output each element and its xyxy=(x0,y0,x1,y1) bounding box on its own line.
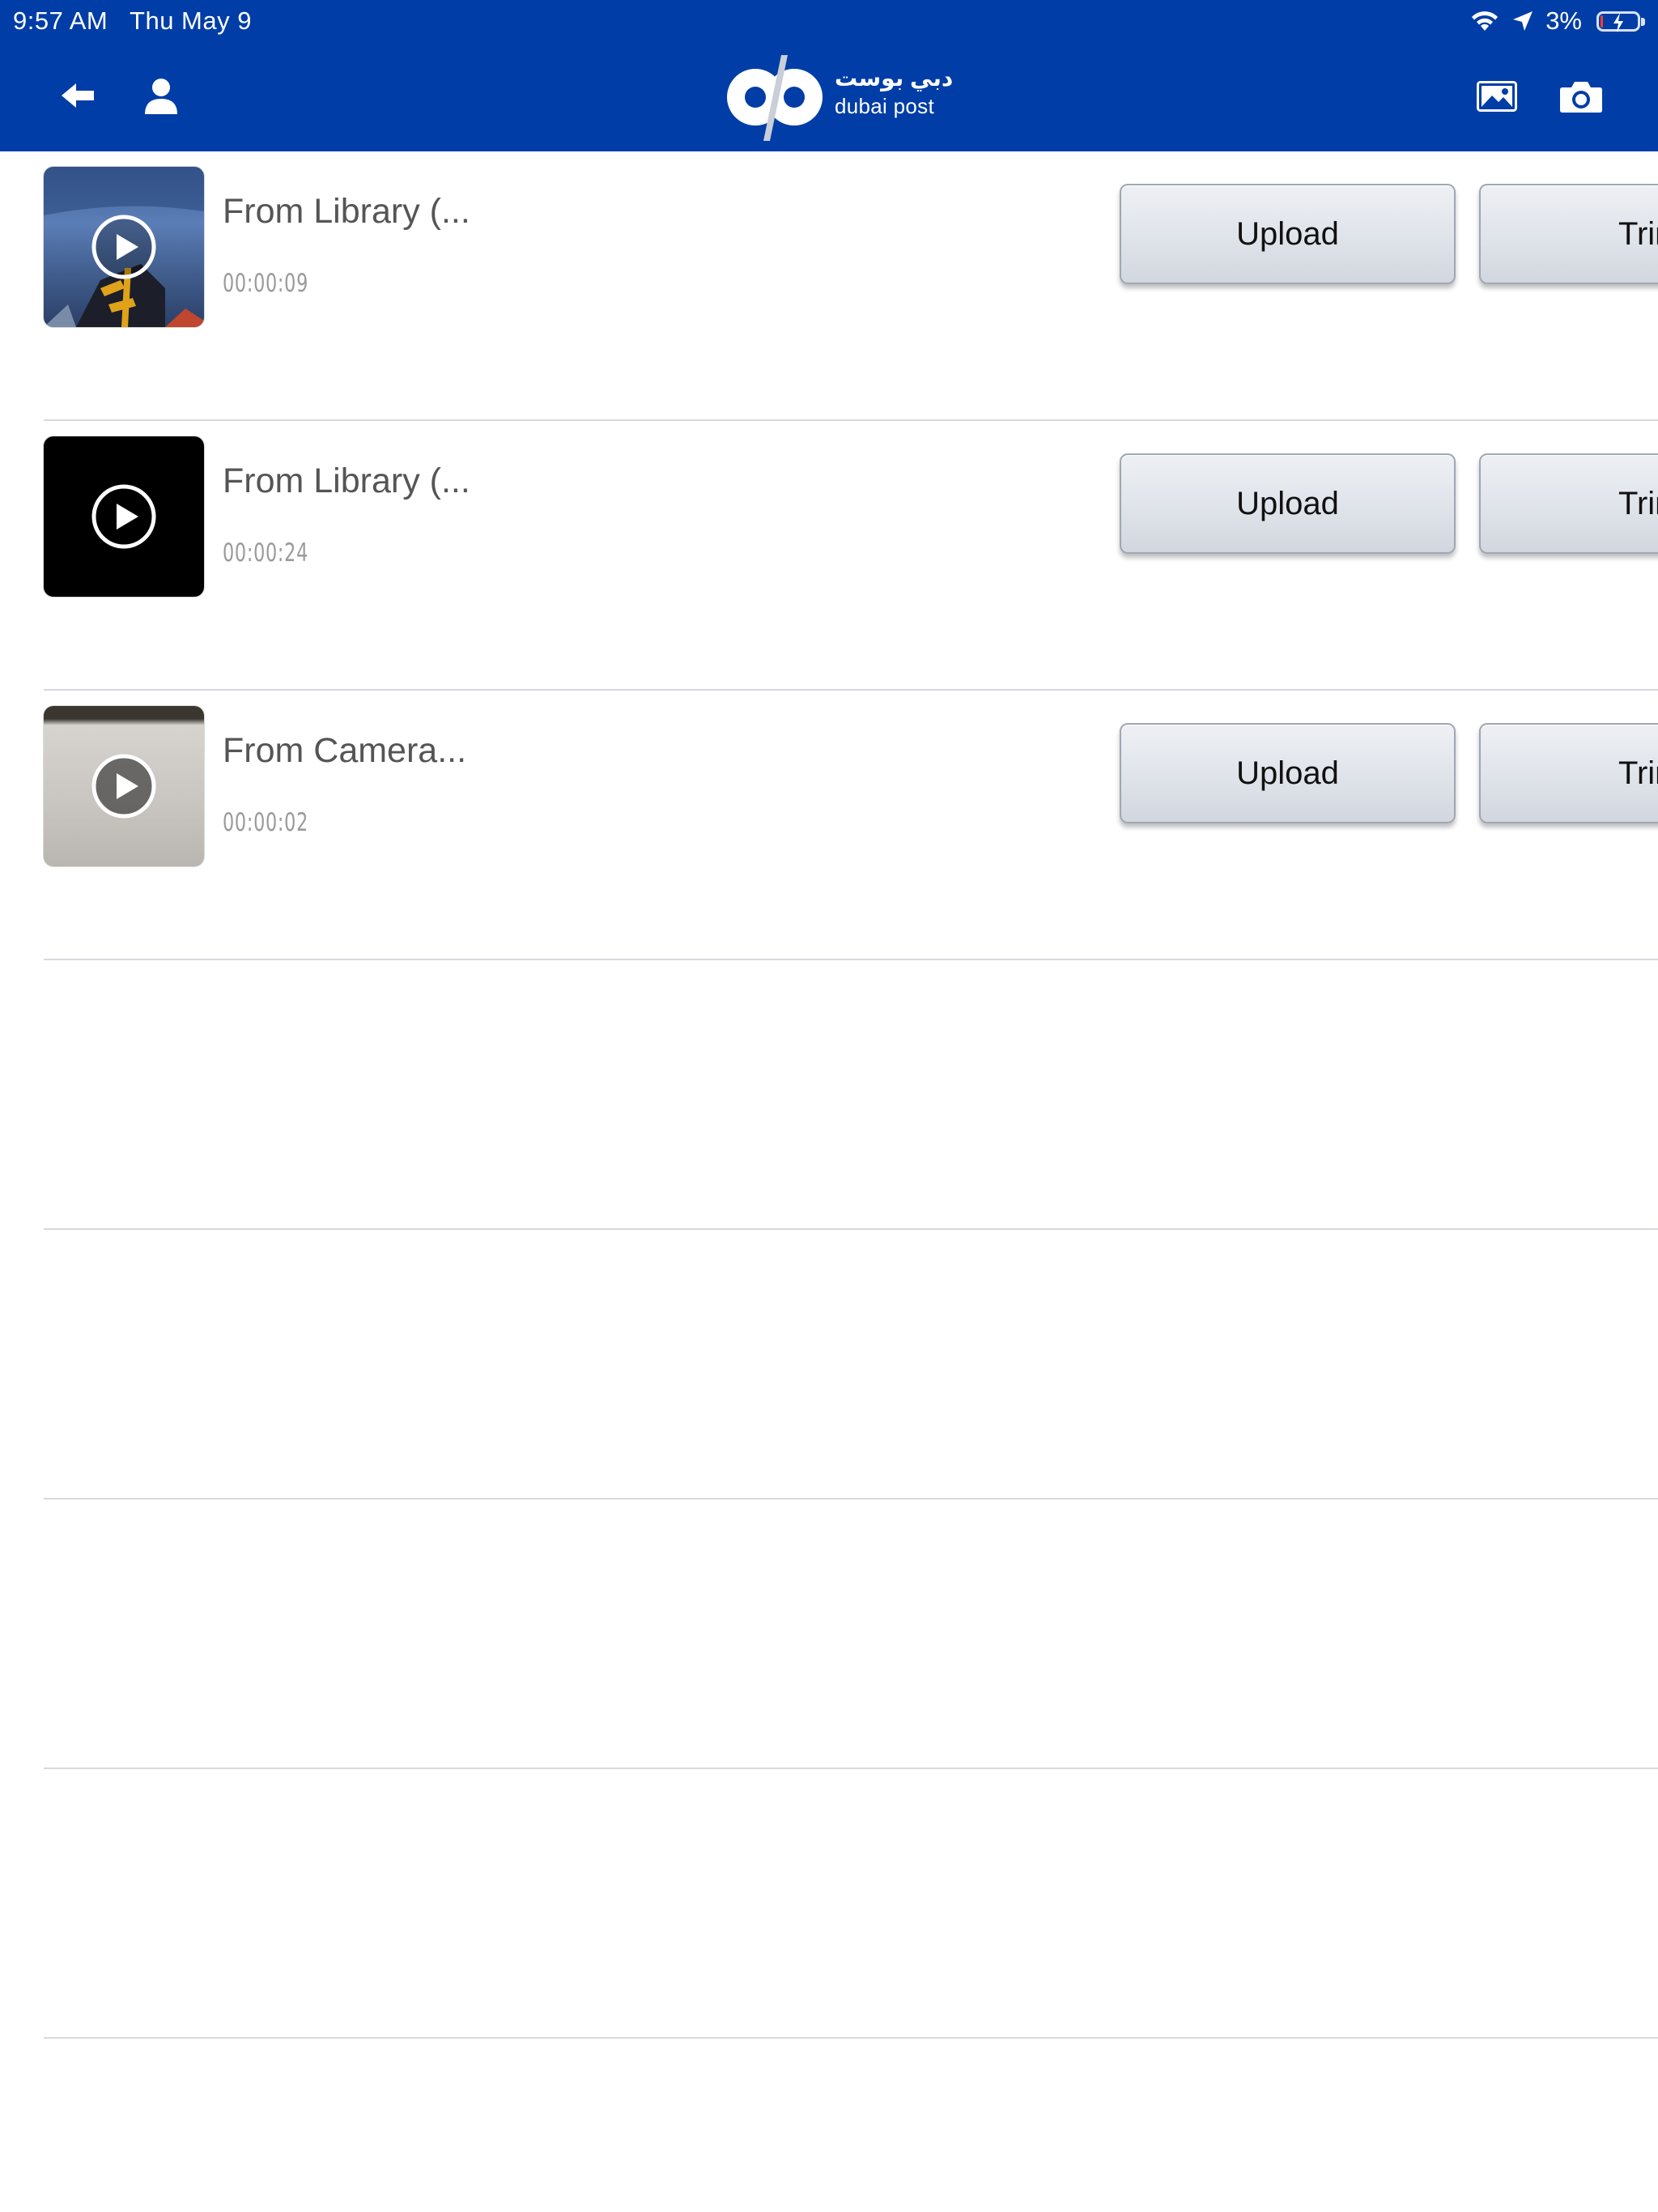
status-time: 9:57 AM Thu May 9 xyxy=(13,5,252,37)
wifi-icon xyxy=(1472,11,1499,31)
camera-icon xyxy=(1560,82,1602,113)
app-header: 9:57 AM Thu May 9 3% دبي بوست dubai post xyxy=(0,0,1658,151)
list-item: From Library (... 00:00:24 Upload Trim xyxy=(44,421,1658,691)
video-duration: 00:00:09 xyxy=(223,269,309,298)
play-icon xyxy=(91,215,156,279)
upload-button[interactable]: Upload xyxy=(1120,184,1456,284)
camera-button[interactable] xyxy=(1558,78,1604,115)
empty-list-row xyxy=(44,960,1658,1230)
trim-button[interactable]: Trim xyxy=(1479,184,1658,284)
empty-list-row xyxy=(44,1499,1658,1769)
video-title: From Camera... xyxy=(223,731,467,770)
profile-button[interactable] xyxy=(141,76,181,117)
video-title: From Library (... xyxy=(223,462,470,500)
play-icon xyxy=(91,484,156,549)
logo-arabic-text: دبي بوست xyxy=(835,66,954,91)
upload-button[interactable]: Upload xyxy=(1120,723,1456,823)
list-item: From Camera... 00:00:02 Upload Trim xyxy=(44,691,1658,960)
logo-english-text: dubai post xyxy=(835,94,934,118)
user-icon xyxy=(145,79,177,114)
video-thumbnail[interactable] xyxy=(44,167,204,327)
location-arrow-icon xyxy=(1513,11,1533,31)
list-item: From Library (... 00:00:09 Upload Trim xyxy=(44,151,1658,421)
play-icon xyxy=(91,754,156,819)
trim-button[interactable]: Trim xyxy=(1479,723,1658,823)
trim-button[interactable]: Trim xyxy=(1479,453,1658,554)
video-list: From Library (... 00:00:09 Upload Trim F… xyxy=(0,151,1658,2039)
video-thumbnail[interactable] xyxy=(44,706,204,866)
battery-level-fill xyxy=(1601,15,1603,28)
status-clock: 9:57 AM xyxy=(13,6,108,35)
charging-bolt-icon xyxy=(1613,12,1623,32)
back-button[interactable] xyxy=(57,78,99,113)
video-duration: 00:00:24 xyxy=(223,538,309,568)
status-date: Thu May 9 xyxy=(130,6,252,35)
status-indicators: 3% xyxy=(1469,5,1645,37)
empty-list-row xyxy=(44,1230,1658,1499)
upload-button[interactable]: Upload xyxy=(1120,453,1456,554)
photo-library-button[interactable] xyxy=(1475,79,1519,113)
dubai-post-emblem-icon xyxy=(727,55,823,141)
video-duration: 00:00:02 xyxy=(223,808,309,837)
battery-icon xyxy=(1596,11,1645,32)
battery-percent: 3% xyxy=(1545,6,1582,35)
back-arrow-icon xyxy=(62,83,94,108)
dubai-post-logo: دبي بوست dubai post xyxy=(725,53,953,144)
video-thumbnail[interactable] xyxy=(44,436,204,597)
photo-library-icon xyxy=(1477,81,1517,112)
video-title: From Library (... xyxy=(223,192,470,231)
empty-list-row xyxy=(44,1769,1658,2039)
